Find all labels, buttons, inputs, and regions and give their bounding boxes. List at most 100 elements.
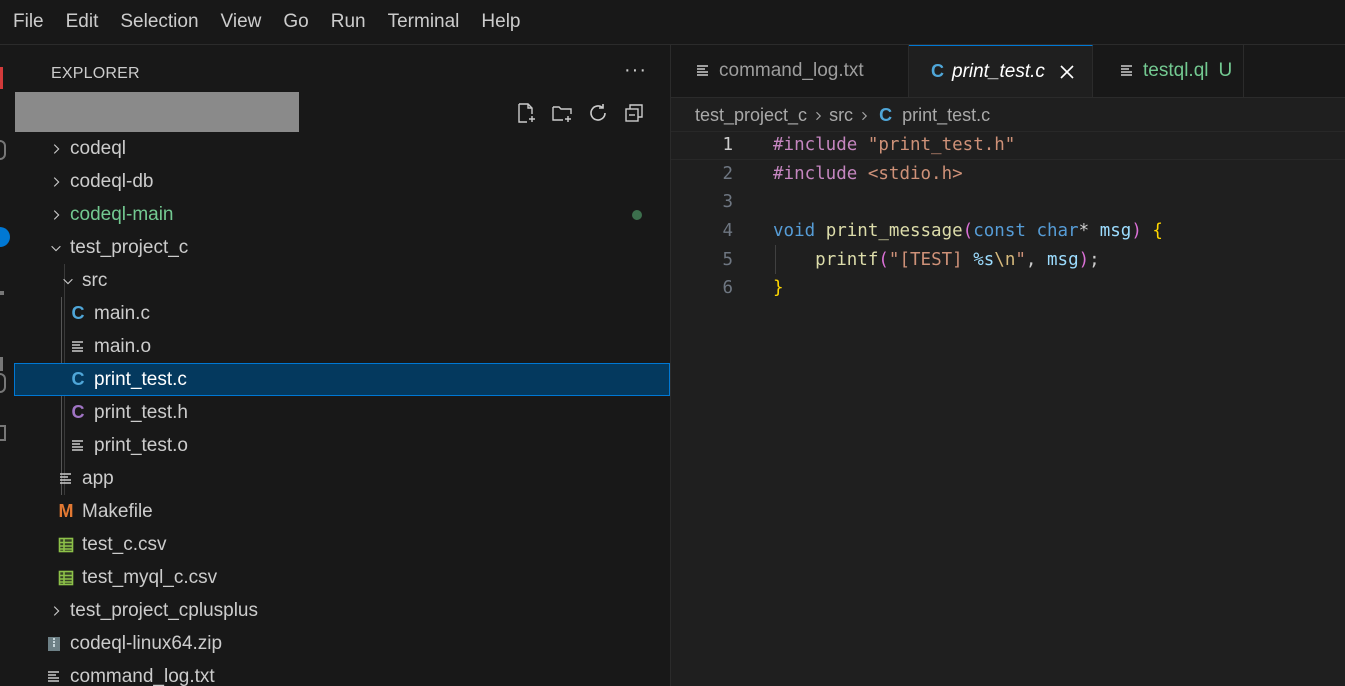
tree-file-main-o[interactable]: main.o: [14, 330, 670, 363]
tab-command-log[interactable]: command_log.txt: [671, 45, 909, 97]
chevron-right-icon: [858, 110, 870, 122]
tab-label: print_test.c: [952, 60, 1045, 82]
refresh-icon[interactable]: [586, 101, 610, 125]
token: %s: [973, 249, 995, 270]
tree-folder-codeql[interactable]: codeql: [14, 132, 670, 165]
tree-label: main.c: [94, 302, 150, 324]
tree-label: Makefile: [82, 500, 153, 522]
token: const: [973, 221, 1026, 242]
tree-file-makefile[interactable]: M Makefile: [14, 495, 670, 528]
breadcrumb-file[interactable]: print_test.c: [902, 105, 990, 126]
chevron-right-icon: [812, 110, 824, 122]
menu-selection[interactable]: Selection: [108, 2, 208, 42]
c-file-icon: C: [931, 61, 944, 81]
menu-edit[interactable]: Edit: [54, 2, 109, 42]
more-actions-icon[interactable]: ···: [624, 59, 647, 82]
code-text: printf("[TEST] %s\n", msg);: [773, 250, 1100, 270]
text-lines-icon: [68, 438, 88, 454]
tree-folder-codeql-main[interactable]: codeql-main: [14, 198, 670, 231]
tree-label: src: [82, 269, 108, 291]
menu-terminal[interactable]: Terminal: [376, 2, 470, 42]
editor-area: command_log.txt C print_test.c testql.ql…: [671, 45, 1345, 686]
menu-go[interactable]: Go: [271, 2, 318, 42]
token: char: [1036, 221, 1079, 242]
tab-label: command_log.txt: [719, 60, 864, 81]
breadcrumb-item[interactable]: src: [829, 105, 853, 126]
tree-label: codeql-main: [70, 203, 174, 225]
tree-file-command-log-txt[interactable]: command_log.txt: [14, 660, 670, 686]
close-icon[interactable]: [1059, 64, 1075, 80]
activity-remote-icon[interactable]: [0, 373, 6, 393]
code-text: #include "print_test.h": [773, 135, 1015, 155]
menu-help[interactable]: Help: [469, 2, 530, 42]
tree-folder-test-project-cplusplus[interactable]: test_project_cplusplus: [14, 594, 670, 627]
token: *: [1078, 221, 1090, 242]
activity-scm-icon[interactable]: [0, 140, 6, 160]
tab-print-test-c[interactable]: C print_test.c: [909, 45, 1093, 97]
tree-folder-test-project-c[interactable]: test_project_c: [14, 231, 670, 264]
chevron-right-icon: [48, 175, 64, 189]
untracked-badge: U: [1218, 60, 1233, 81]
tree-file-app[interactable]: app: [14, 462, 670, 495]
chevron-right-icon: [48, 142, 64, 156]
file-tree: codeql codeql-db codeql-main test_projec…: [14, 132, 670, 686]
token: \n: [994, 249, 1016, 270]
c-file-icon: C: [71, 303, 85, 323]
menu-file[interactable]: File: [0, 2, 54, 42]
tree-file-print-test-h[interactable]: C print_test.h: [14, 396, 670, 429]
token: #include: [773, 135, 858, 156]
c-file-icon: C: [71, 369, 85, 389]
explorer-sidebar: EXPLORER ··· codeql codeql-db codeql-mai…: [14, 45, 671, 686]
collapse-all-icon[interactable]: [622, 101, 646, 125]
menu-run[interactable]: Run: [319, 2, 376, 42]
new-file-icon[interactable]: [514, 101, 538, 125]
indent-guide: [775, 245, 776, 274]
code-line: 6 }: [671, 274, 1345, 303]
zip-file-icon: [44, 636, 64, 652]
csv-table-icon: [56, 537, 76, 553]
tree-folder-src[interactable]: src: [14, 264, 670, 297]
tree-label: app: [82, 467, 114, 489]
code-line: 3: [671, 188, 1345, 217]
tree-label: test_project_c: [70, 236, 189, 258]
token: msg: [1099, 221, 1132, 242]
new-folder-icon[interactable]: [550, 101, 574, 125]
explorer-title: EXPLORER: [51, 65, 140, 82]
editor-tabs: command_log.txt C print_test.c testql.ql…: [671, 45, 1345, 98]
tree-file-codeql-linux64-zip[interactable]: codeql-linux64.zip: [14, 627, 670, 660]
tree-file-test-c-csv[interactable]: test_c.csv: [14, 528, 670, 561]
workspace-header[interactable]: [15, 92, 299, 132]
token: (: [878, 249, 889, 270]
activity-testing-icon[interactable]: [0, 425, 6, 441]
line-number: 1: [722, 135, 733, 156]
tree-file-print-test-c[interactable]: C print_test.c: [14, 363, 670, 396]
tree-file-main-c[interactable]: C main.c: [14, 297, 670, 330]
tree-file-test-myql-c-csv[interactable]: test_myql_c.csv: [14, 561, 670, 594]
tree-label: print_test.c: [94, 368, 187, 390]
tree-file-print-test-o[interactable]: print_test.o: [14, 429, 670, 462]
activity-extensions-icon[interactable]: [0, 357, 3, 371]
menu-bar: File Edit Selection View Go Run Terminal…: [0, 0, 1345, 45]
h-file-icon: C: [71, 402, 85, 422]
token: {: [1152, 221, 1163, 242]
text-lines-icon: [1119, 63, 1135, 79]
tree-label: codeql: [70, 137, 126, 159]
token: "print_test.h": [867, 135, 1016, 156]
chevron-right-icon: [48, 604, 64, 618]
tab-testql[interactable]: testql.ql U: [1093, 45, 1244, 97]
chevron-down-icon: [60, 274, 76, 288]
tree-folder-codeql-db[interactable]: codeql-db: [14, 165, 670, 198]
tree-label: command_log.txt: [70, 665, 215, 686]
c-file-icon: C: [879, 105, 893, 125]
explorer-toolbar: [514, 101, 646, 125]
menu-view[interactable]: View: [209, 2, 272, 42]
tree-label: main.o: [94, 335, 152, 357]
text-lines-icon: [44, 669, 64, 685]
chevron-right-icon: [48, 208, 64, 222]
code-editor[interactable]: 1 #include "print_test.h" 2 #include <st…: [671, 131, 1345, 303]
code-text: }: [773, 278, 784, 298]
breadcrumb: test_project_c src C print_test.c: [695, 105, 990, 126]
token: }: [773, 278, 784, 299]
activity-run-icon[interactable]: [0, 291, 4, 295]
breadcrumb-item[interactable]: test_project_c: [695, 105, 807, 126]
